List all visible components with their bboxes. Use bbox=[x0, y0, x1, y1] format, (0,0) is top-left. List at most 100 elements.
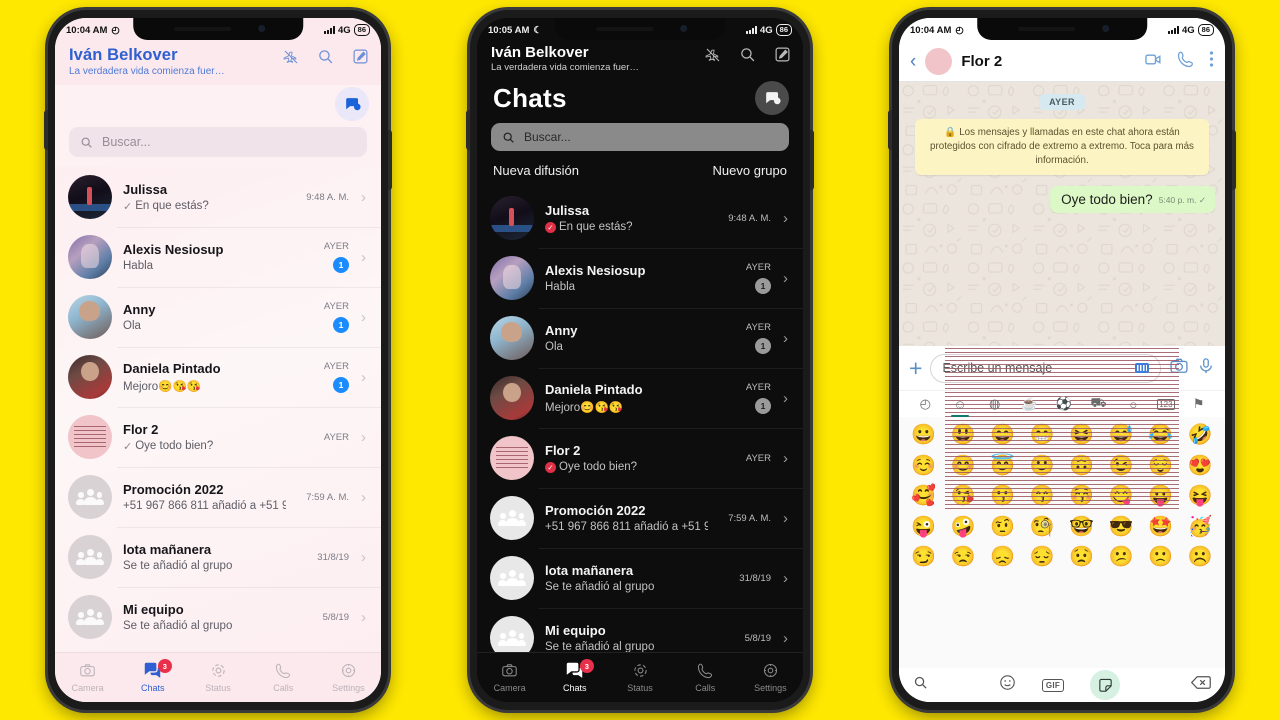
avatar[interactable] bbox=[68, 355, 112, 399]
objects-tab[interactable]: ○ bbox=[1122, 391, 1144, 417]
nav-item-settings[interactable]: Settings bbox=[738, 662, 803, 693]
microphone-icon[interactable] bbox=[1197, 357, 1215, 380]
emoji-cell[interactable]: 🤣 bbox=[1181, 420, 1221, 451]
new-chat-fab[interactable] bbox=[755, 81, 789, 115]
chat-list-item[interactable]: Anny Ola AYER 1 › bbox=[55, 287, 381, 347]
emoji-cell[interactable]: 😝 bbox=[1181, 481, 1221, 512]
flags-tab[interactable]: ⚑ bbox=[1188, 391, 1210, 417]
symbols-tab[interactable]: 123 bbox=[1156, 398, 1175, 410]
food-tab[interactable]: ☕ bbox=[1018, 391, 1040, 417]
compose-icon[interactable] bbox=[352, 48, 369, 70]
emoji-cell[interactable]: 😕 bbox=[1102, 542, 1142, 573]
emoji-cell[interactable]: 🤓 bbox=[1062, 512, 1102, 543]
search-icon[interactable] bbox=[317, 48, 334, 70]
smileys-tab[interactable]: ☺ bbox=[949, 391, 971, 417]
emoji-cell[interactable]: 😜 bbox=[904, 512, 944, 543]
emoji-cell[interactable]: 😀 bbox=[904, 420, 944, 451]
avatar[interactable] bbox=[490, 556, 534, 600]
avatar[interactable] bbox=[68, 415, 112, 459]
nav-item-chats[interactable]: 3 Chats bbox=[542, 659, 607, 693]
travel-tab[interactable]: ⛟ bbox=[1088, 391, 1110, 417]
airplane-off-icon[interactable] bbox=[705, 47, 721, 68]
chat-list[interactable]: Julissa ✓ En que estás? 9:48 A. M. › Alexis N… bbox=[477, 188, 803, 652]
gif-button[interactable]: GIF bbox=[1041, 678, 1065, 692]
keyboard-icon[interactable] bbox=[1135, 363, 1149, 373]
avatar[interactable] bbox=[490, 496, 534, 540]
emoji-cell[interactable]: ☹️ bbox=[1181, 542, 1221, 573]
new-group-button[interactable]: Nuevo grupo bbox=[713, 163, 787, 178]
recent-tab[interactable]: ◴ bbox=[914, 391, 936, 417]
chat-list-item[interactable]: Mi equipo Se te añadió al grupo 5/8/19 › bbox=[477, 608, 803, 652]
chat-list-item[interactable]: lota mañanera Se te añadió al grupo 31/8/1… bbox=[55, 527, 381, 587]
avatar[interactable] bbox=[490, 616, 534, 652]
chat-list-item[interactable]: Julissa ✓ En que estás? 9:48 A. M. › bbox=[477, 188, 803, 248]
chevron-right-icon[interactable]: › bbox=[783, 330, 793, 347]
search-icon[interactable] bbox=[913, 675, 928, 695]
chat-list-item[interactable]: Daniela Pintado Mejoro😊😘😘 AYER 1 › bbox=[55, 347, 381, 407]
emoji-cell[interactable]: 😎 bbox=[1102, 512, 1142, 543]
chat-list-item[interactable]: Alexis Nesiosup Habla AYER 1 › bbox=[477, 248, 803, 308]
avatar[interactable] bbox=[490, 376, 534, 420]
nav-item-calls[interactable]: Calls bbox=[251, 662, 316, 693]
chevron-right-icon[interactable]: › bbox=[783, 390, 793, 407]
emoji-cell[interactable]: 🤪 bbox=[944, 512, 984, 543]
chat-list-item[interactable]: lota mañanera Se te añadió al grupo 31/8/1… bbox=[477, 548, 803, 608]
chevron-right-icon[interactable]: › bbox=[783, 510, 793, 527]
avatar[interactable] bbox=[490, 196, 534, 240]
avatar[interactable] bbox=[68, 475, 112, 519]
emoji-cell[interactable]: 😞 bbox=[983, 542, 1023, 573]
emoji-cell[interactable]: ☺️ bbox=[904, 451, 944, 482]
chevron-right-icon[interactable]: › bbox=[361, 249, 371, 266]
search-input[interactable]: Buscar... bbox=[69, 127, 367, 157]
emoji-cell[interactable]: 😒 bbox=[944, 542, 984, 573]
chevron-right-icon[interactable]: › bbox=[361, 489, 371, 506]
chevron-right-icon[interactable]: › bbox=[783, 270, 793, 287]
nav-item-status[interactable]: Status bbox=[185, 662, 250, 693]
avatar[interactable] bbox=[490, 256, 534, 300]
chevron-right-icon[interactable]: › bbox=[361, 429, 371, 446]
chat-list-item[interactable]: Alexis Nesiosup Habla AYER 1 › bbox=[55, 227, 381, 287]
chat-list-item[interactable]: Promoción 2022 +51 967 866 811 añadió a +… bbox=[55, 467, 381, 527]
backspace-icon[interactable] bbox=[1190, 675, 1211, 695]
emoji-cell[interactable]: 🤩 bbox=[1141, 512, 1181, 543]
sticker-icon[interactable] bbox=[1090, 670, 1121, 700]
avatar[interactable] bbox=[68, 535, 112, 579]
chevron-right-icon[interactable]: › bbox=[783, 450, 793, 467]
emoji-cell[interactable]: 🙁 bbox=[1141, 542, 1181, 573]
avatar[interactable] bbox=[68, 175, 112, 219]
chat-list[interactable]: Julissa ✓ En que estás? 9:48 A. M. › Alexis N… bbox=[55, 167, 381, 652]
airplane-off-icon[interactable] bbox=[283, 49, 299, 70]
chevron-right-icon[interactable]: › bbox=[783, 210, 793, 227]
nav-item-settings[interactable]: Settings bbox=[316, 662, 381, 693]
chevron-right-icon[interactable]: › bbox=[783, 630, 793, 647]
nav-item-status[interactable]: Status bbox=[607, 662, 672, 693]
contact-avatar[interactable] bbox=[925, 48, 953, 75]
chat-list-item[interactable]: Anny Ola AYER 1 › bbox=[477, 308, 803, 368]
emoji-cell[interactable]: 🥳 bbox=[1181, 512, 1221, 543]
avatar[interactable] bbox=[68, 235, 112, 279]
bottom-navigation[interactable]: Camera 3 Chats Status Calls Settings bbox=[477, 652, 803, 702]
chevron-right-icon[interactable]: › bbox=[361, 609, 371, 626]
chevron-right-icon[interactable]: › bbox=[361, 369, 371, 386]
chat-list-item[interactable]: Daniela Pintado Mejoro😊😘😘 AYER 1 › bbox=[477, 368, 803, 428]
emoji-cell[interactable]: 🥰 bbox=[904, 481, 944, 512]
new-broadcast-button[interactable]: Nueva difusión bbox=[493, 163, 579, 178]
avatar[interactable] bbox=[490, 436, 534, 480]
nav-item-chats[interactable]: 3 Chats bbox=[120, 659, 185, 693]
nav-item-calls[interactable]: Calls bbox=[673, 662, 738, 693]
chat-list-item[interactable]: Julissa ✓ En que estás? 9:48 A. M. › bbox=[55, 167, 381, 227]
chat-list-item[interactable]: Flor 2 ✓ Oye todo bien? AYER › bbox=[477, 428, 803, 488]
chevron-right-icon[interactable]: › bbox=[361, 549, 371, 566]
chat-list-item[interactable]: Promoción 2022 +51 967 866 811 añadió a +… bbox=[477, 488, 803, 548]
bottom-navigation[interactable]: Camera 3 Chats Status Calls Settings bbox=[55, 652, 381, 702]
chevron-right-icon[interactable]: › bbox=[783, 570, 793, 587]
nav-item-camera[interactable]: Camera bbox=[55, 662, 120, 693]
back-arrow-icon[interactable]: ‹ bbox=[910, 52, 916, 71]
emoji-cell[interactable]: 🤨 bbox=[983, 512, 1023, 543]
search-icon[interactable] bbox=[739, 46, 756, 68]
avatar[interactable] bbox=[68, 595, 112, 639]
chat-list-item[interactable]: Mi equipo Se te añadió al grupo 5/8/19 › bbox=[55, 587, 381, 647]
message-bubble-outgoing[interactable]: Oye todo bien? 5:40 p. m. ✓ bbox=[1050, 185, 1215, 213]
video-call-icon[interactable] bbox=[1144, 50, 1163, 74]
chevron-right-icon[interactable]: › bbox=[361, 189, 371, 206]
